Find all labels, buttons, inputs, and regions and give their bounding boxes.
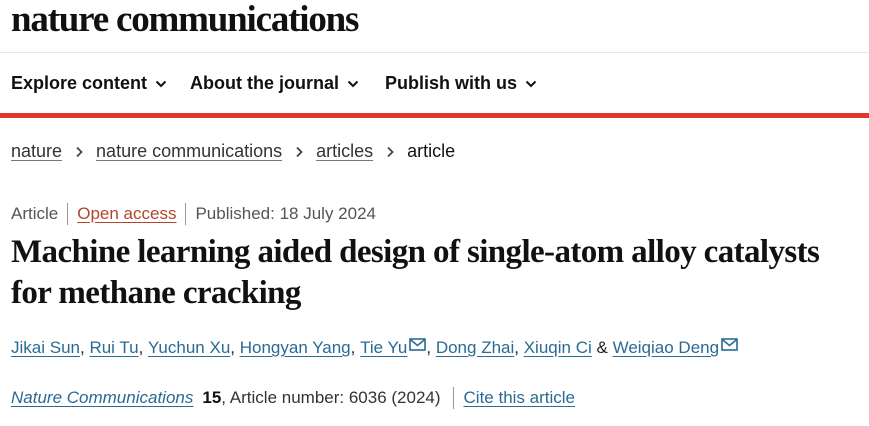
chevron-right-icon — [387, 146, 394, 157]
author-separator: , — [426, 338, 436, 357]
breadcrumb-articles[interactable]: articles — [316, 141, 373, 162]
author-separator: , — [514, 338, 524, 357]
author-link[interactable]: Rui Tu — [89, 338, 138, 358]
nav-publish-with-us[interactable]: Publish with us — [385, 73, 537, 94]
main-nav: Explore content About the journal Publis… — [0, 53, 869, 113]
author-separator: , — [230, 338, 240, 357]
article-type: Article — [11, 204, 59, 223]
author-list: Jikai Sun, Rui Tu, Yuchun Xu, Hongyan Ya… — [11, 337, 738, 358]
chevron-right-icon — [296, 146, 303, 157]
author-separator: , — [79, 338, 90, 357]
chevron-right-icon — [76, 146, 83, 157]
accent-bar — [0, 113, 869, 118]
author-link[interactable]: Weiqiao Deng — [613, 338, 719, 358]
author-link[interactable]: Yuchun Xu — [148, 338, 230, 358]
author-link[interactable]: Jikai Sun — [11, 338, 80, 358]
site-logo[interactable]: nature communications — [11, 0, 359, 40]
meta-divider — [185, 203, 187, 225]
author-ampersand: & — [592, 338, 613, 358]
chevron-down-icon — [525, 80, 537, 87]
author-separator: , — [350, 338, 361, 357]
cite-divider — [452, 387, 454, 409]
open-access-link[interactable]: Open access — [77, 204, 176, 224]
meta-divider — [67, 203, 69, 225]
masthead: nature communications — [0, 0, 869, 53]
author-link[interactable]: Hongyan Yang — [240, 338, 351, 358]
citation-line: Nature Communications 15 , Article numbe… — [11, 387, 575, 409]
journal-link[interactable]: Nature Communications — [11, 388, 193, 408]
mail-icon[interactable] — [721, 337, 738, 351]
breadcrumb-nature[interactable]: nature — [11, 141, 62, 162]
nav-explore-content[interactable]: Explore content — [11, 73, 167, 94]
nav-about-journal[interactable]: About the journal — [190, 73, 359, 94]
author-link[interactable]: Dong Zhai — [436, 338, 514, 358]
nav-label: Publish with us — [385, 73, 518, 93]
nav-label: Explore content — [11, 73, 148, 93]
volume-number: 15 — [202, 388, 222, 407]
author-link[interactable]: Tie Yu — [360, 338, 407, 358]
chevron-down-icon — [347, 80, 359, 87]
breadcrumb: nature nature communications articles ar… — [11, 141, 455, 162]
breadcrumb-nature-communications[interactable]: nature communications — [96, 141, 282, 162]
author-separator: , — [138, 338, 149, 357]
article-meta: Article Open access Published: 18 July 2… — [11, 203, 376, 225]
ampersand-text: & — [596, 338, 608, 357]
article-title: Machine learning aided design of single-… — [11, 234, 820, 311]
author-link[interactable]: Xiuqin Ci — [524, 338, 592, 358]
mail-icon[interactable] — [409, 337, 427, 351]
chevron-down-icon — [155, 80, 167, 87]
breadcrumb-current: article — [407, 141, 456, 161]
article-number: , Article number: 6036 (2024) — [221, 388, 441, 407]
published-date: Published: 18 July 2024 — [195, 204, 376, 223]
nav-label: About the journal — [190, 73, 339, 93]
cite-this-article-link[interactable]: Cite this article — [464, 388, 575, 408]
